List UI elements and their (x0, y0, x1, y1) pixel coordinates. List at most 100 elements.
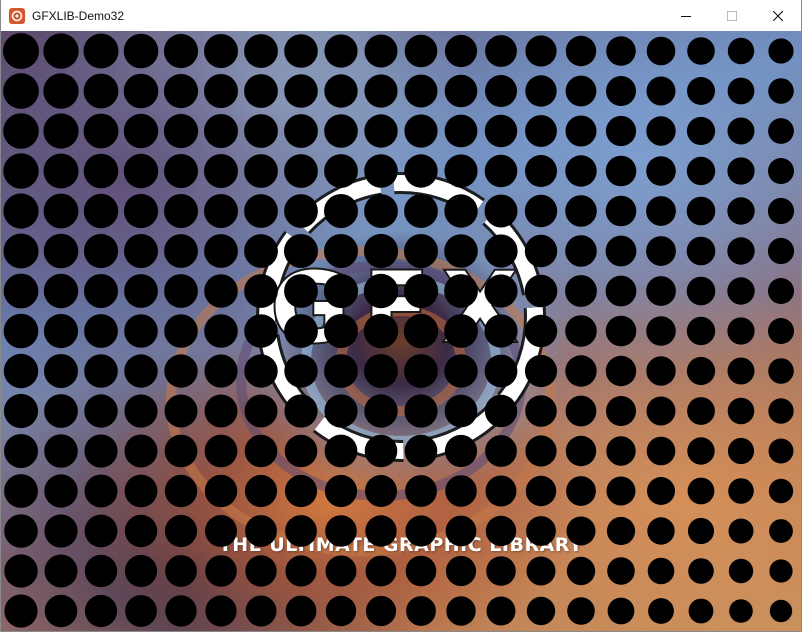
grid-dot (524, 234, 558, 268)
grid-dot (164, 514, 198, 548)
grid-dot (324, 34, 358, 68)
grid-dot (3, 193, 39, 229)
grid-dot (124, 274, 158, 308)
grid-dot (84, 554, 118, 588)
grid-dot (606, 76, 636, 106)
grid-dot (244, 34, 278, 68)
maximize-button[interactable] (709, 0, 755, 31)
grid-dot (365, 515, 397, 547)
grid-dot (284, 194, 318, 228)
grid-dot (686, 276, 716, 306)
grid-dot (84, 274, 118, 308)
grid-dot (403, 273, 439, 309)
grid-dot (363, 233, 399, 269)
grid-dot (244, 474, 278, 508)
grid-dot (284, 34, 318, 68)
grid-dot (84, 354, 118, 388)
grid-dot (566, 516, 596, 546)
grid-dot (687, 517, 715, 545)
grid-dot (444, 34, 478, 68)
grid-dot (768, 318, 794, 344)
grid-dot (3, 393, 39, 429)
grid-dot (565, 195, 597, 227)
grid-dot (525, 115, 557, 147)
grid-dot (123, 193, 159, 229)
title-bar[interactable]: GFXLIB-Demo32 (1, 0, 801, 31)
grid-dot (687, 477, 715, 505)
grid-dot (648, 598, 674, 624)
grid-dot (646, 156, 676, 186)
grid-dot (485, 475, 517, 507)
grid-dot (363, 273, 399, 309)
grid-dot (204, 114, 238, 148)
minimize-button[interactable] (663, 0, 709, 31)
grid-dot (324, 434, 358, 468)
grid-dot (566, 476, 596, 506)
grid-dot (205, 595, 237, 627)
close-button[interactable] (755, 0, 801, 31)
grid-dot (687, 397, 715, 425)
grid-dot (565, 275, 597, 307)
grid-dot (607, 597, 635, 625)
grid-dot (525, 395, 557, 427)
grid-dot (686, 156, 716, 186)
grid-dot (165, 555, 197, 587)
grid-dot (83, 113, 119, 149)
grid-dot (3, 73, 39, 109)
grid-dot (565, 75, 597, 107)
grid-dot (324, 114, 358, 148)
grid-dot (204, 34, 238, 68)
grid-dot (485, 435, 517, 467)
grid-dot (164, 394, 198, 428)
grid-dot (364, 74, 398, 108)
grid-dot (204, 314, 238, 348)
minimize-icon (681, 15, 691, 17)
grid-dot (323, 273, 359, 309)
grid-dot (727, 277, 755, 305)
grid-dot (768, 78, 794, 104)
grid-dot (164, 274, 198, 308)
grid-dot (728, 518, 754, 544)
close-icon (773, 10, 783, 21)
grid-dot (284, 314, 318, 348)
grid-dot (565, 235, 597, 267)
grid-dot (3, 353, 39, 389)
grid-dot (164, 434, 198, 468)
grid-dot (769, 559, 793, 583)
grid-dot (244, 314, 278, 348)
grid-dot (84, 514, 118, 548)
grid-dot (768, 478, 794, 504)
grid-dot (244, 74, 278, 108)
grid-dot (83, 193, 119, 229)
grid-dot (204, 274, 238, 308)
grid-dot (565, 395, 597, 427)
grid-dot (84, 434, 118, 468)
grid-dot (244, 274, 278, 308)
grid-dot (123, 33, 159, 69)
grid-dot (364, 394, 398, 428)
demo-canvas[interactable]: GFX THE ULTIMATE GRAPHIC LIBRARY (1, 31, 801, 631)
grid-dot (444, 434, 478, 468)
grid-dot (164, 354, 198, 388)
grid-dot (205, 555, 237, 587)
grid-dot (165, 595, 197, 627)
grid-dot (124, 474, 158, 508)
grid-dot (688, 558, 714, 584)
grid-dot (364, 194, 398, 228)
grid-dot (686, 236, 716, 266)
grid-dot (647, 477, 675, 505)
grid-dot (124, 234, 158, 268)
grid-dot (124, 554, 158, 588)
grid-dot (84, 594, 118, 628)
grid-dot (686, 356, 716, 386)
grid-dot (646, 236, 676, 266)
grid-dot (646, 356, 676, 386)
grid-dot (325, 515, 357, 547)
grid-dot (163, 113, 199, 149)
grid-dot (43, 113, 79, 149)
grid-dot (727, 117, 755, 145)
grid-dot (484, 194, 518, 228)
grid-dot (444, 154, 478, 188)
grid-dot (445, 555, 477, 587)
grid-dot (204, 154, 238, 188)
